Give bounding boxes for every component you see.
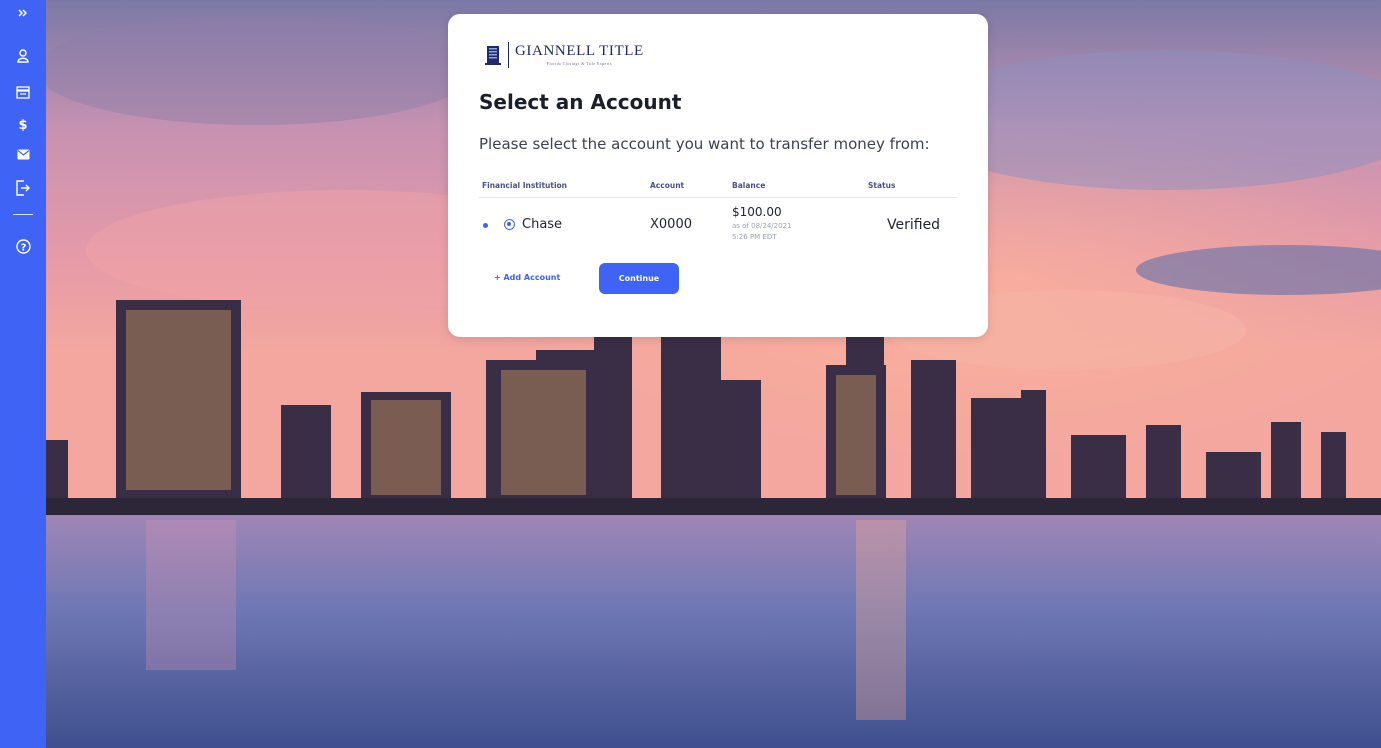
selected-indicator-dot bbox=[483, 223, 488, 228]
logo-tagline: Florida Closings & Title Experts bbox=[546, 61, 612, 66]
svg-text:?: ? bbox=[20, 242, 26, 253]
accounts-table: Financial Institution Account Balance St… bbox=[479, 180, 957, 258]
balance-as-of: as of 08/24/2021 5:26 PM EDT bbox=[732, 222, 792, 241]
help-icon: ? bbox=[15, 238, 31, 254]
account-radio-button[interactable] bbox=[504, 219, 515, 230]
logout-icon bbox=[16, 180, 30, 196]
column-header-balance: Balance bbox=[732, 181, 766, 190]
expand-chevrons-icon bbox=[18, 9, 28, 17]
mail-icon bbox=[17, 149, 29, 159]
page-title: Select an Account bbox=[479, 90, 682, 114]
page-subtitle: Please select the account you want to tr… bbox=[479, 135, 930, 153]
logo-name: GIANNELL TITLE bbox=[515, 43, 644, 59]
building-logo-icon bbox=[485, 46, 501, 65]
sidebar-divider bbox=[13, 214, 33, 215]
sidebar-item-profile[interactable] bbox=[0, 44, 46, 68]
user-icon bbox=[17, 49, 29, 63]
sidebar-item-messages[interactable] bbox=[0, 142, 46, 166]
logo-divider bbox=[508, 42, 509, 68]
sidebar-item-payments[interactable]: $ bbox=[0, 112, 46, 136]
table-header: Financial Institution Account Balance St… bbox=[479, 180, 957, 198]
svg-text:$: $ bbox=[18, 118, 27, 131]
expand-sidebar-button[interactable] bbox=[0, 6, 46, 20]
wallet-icon bbox=[16, 85, 30, 99]
select-account-card: GIANNELL TITLE Florida Closings & Title … bbox=[448, 14, 988, 337]
company-logo: GIANNELL TITLE Florida Closings & Title … bbox=[484, 42, 644, 68]
table-row[interactable]: Chase X0000 $100.00 as of 08/24/2021 5:2… bbox=[479, 198, 957, 258]
column-header-institution: Financial Institution bbox=[482, 181, 568, 190]
sidebar-item-help[interactable]: ? bbox=[0, 234, 46, 258]
add-account-link[interactable]: + Add Account bbox=[494, 273, 560, 282]
dollar-icon: $ bbox=[18, 118, 27, 131]
account-status: Verified bbox=[887, 217, 941, 233]
institution-name: Chase bbox=[522, 217, 563, 232]
column-header-status: Status bbox=[868, 181, 896, 190]
sidebar-item-logout[interactable] bbox=[0, 176, 46, 200]
continue-button[interactable]: Continue bbox=[599, 263, 679, 294]
account-balance: $100.00 bbox=[732, 205, 782, 219]
column-header-account: Account bbox=[650, 181, 685, 190]
sidebar: $ ? bbox=[0, 0, 46, 748]
sidebar-item-accounts[interactable] bbox=[0, 80, 46, 104]
account-number: X0000 bbox=[650, 217, 692, 232]
